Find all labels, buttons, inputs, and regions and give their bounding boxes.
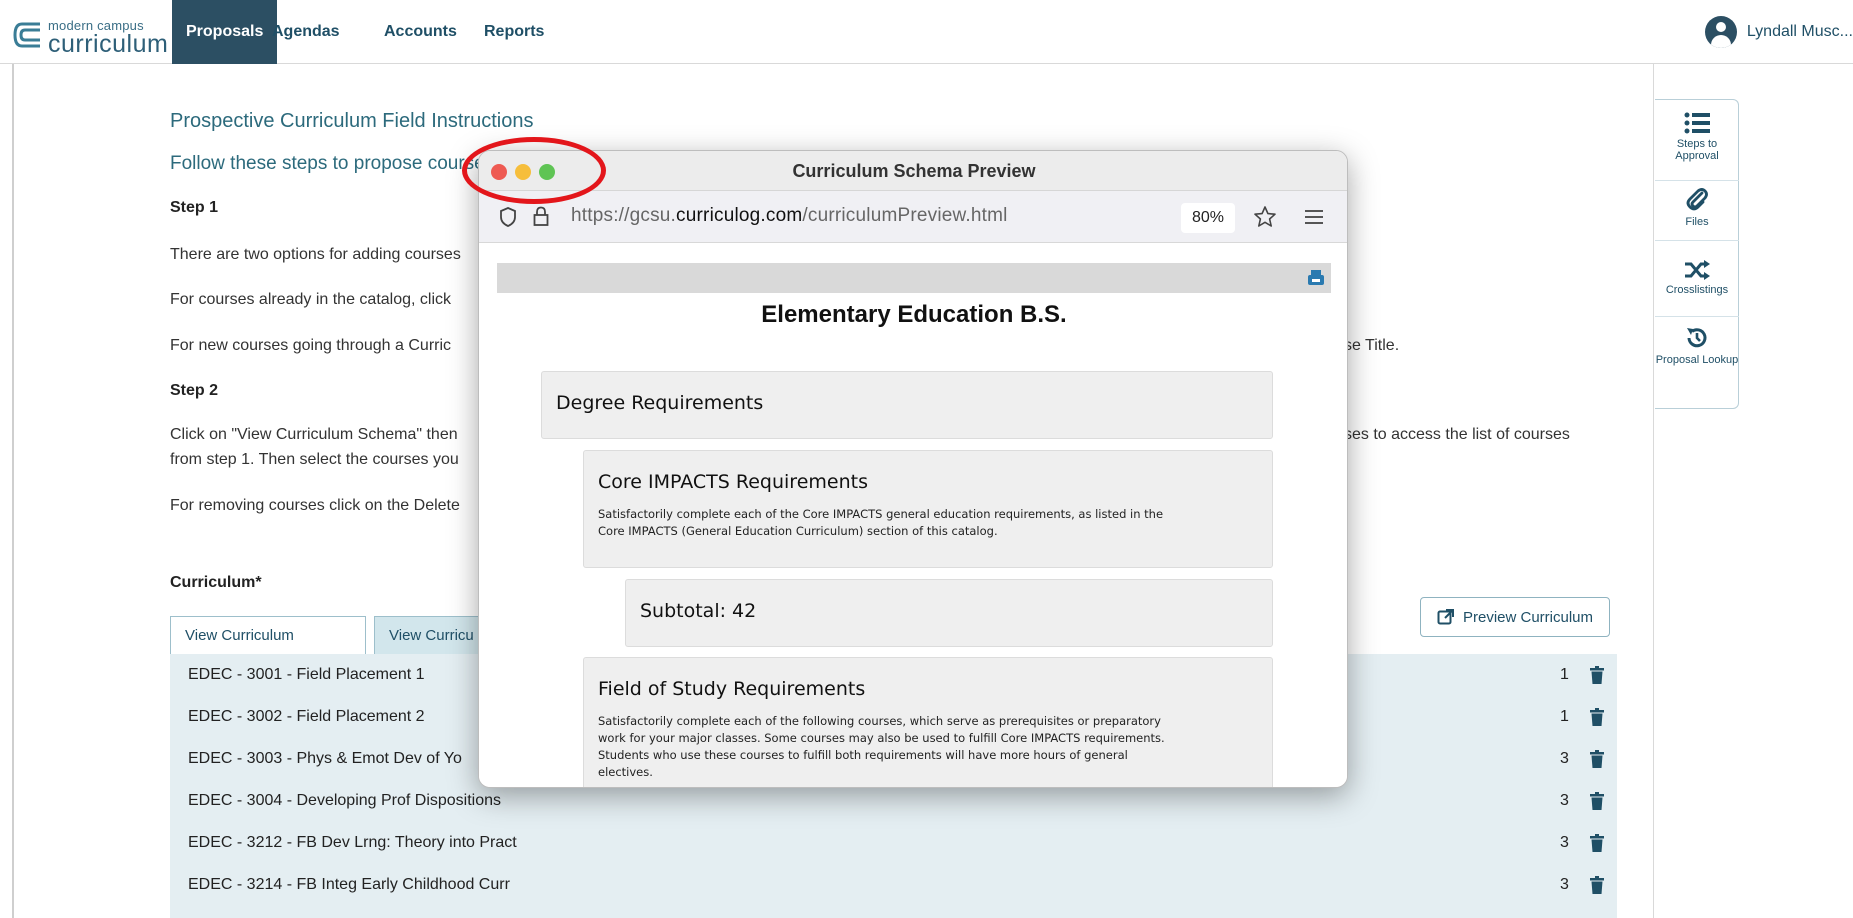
zoom-level[interactable]: 80% <box>1181 203 1235 233</box>
menu-icon[interactable] <box>1305 209 1323 225</box>
course-credits: 3 <box>1560 792 1569 809</box>
course-name: EDEC - 3214 - FB Integ Early Childhood C… <box>188 876 510 893</box>
course-name: EDEC - 3004 - Developing Prof Dispositio… <box>188 792 502 809</box>
course-name: EDEC - 3001 - Field Placement 1 <box>188 666 425 683</box>
sidebar-divider <box>1655 240 1739 241</box>
course-credits: 1 <box>1560 666 1569 683</box>
user-avatar-icon <box>1704 16 1737 48</box>
url-path: /curriculumPreview.html <box>802 205 1008 226</box>
step-2-heading: Step 2 <box>170 382 219 399</box>
curriculum-schema-preview-window: Curriculum Schema Preview https://gcsu.c… <box>478 150 1348 788</box>
course-credits: 3 <box>1560 834 1569 851</box>
section-description: electives. <box>598 765 653 779</box>
section-heading: Degree Requirements <box>556 392 764 414</box>
section-description: work for your major classes. Some course… <box>598 731 1165 745</box>
section-heading: Core IMPACTS Requirements <box>598 471 868 493</box>
trash-icon[interactable] <box>1590 666 1604 684</box>
page-border-left <box>12 64 14 918</box>
course-credits: 1 <box>1560 708 1569 725</box>
section-description: Students who use these courses to fulfil… <box>598 748 1128 762</box>
instruction-paragraph-tail: ses to access the list of courses <box>1344 426 1570 443</box>
right-sidebar: Steps to Approval Files Crosslistings Pr… <box>1655 99 1739 409</box>
window-title: Curriculum Schema Preview <box>792 161 1036 181</box>
list-icon <box>1684 112 1710 134</box>
sidebar-divider <box>1655 316 1739 317</box>
tab-view-curriculum-courses[interactable]: View Curriculum Courses <box>170 616 366 682</box>
schema-preview-body: Elementary Education B.S. Degree Require… <box>479 243 1347 787</box>
instruction-paragraph: from step 1. Then select the courses you <box>170 451 459 468</box>
user-name: Lyndall Musc... <box>1746 23 1853 40</box>
core-impacts-section: Core IMPACTS Requirements Satisfactorily… <box>583 450 1273 568</box>
section-description: Satisfactorily complete each of the Core… <box>598 507 1164 521</box>
course-name: EDEC - 3212 - FB Dev Lrng: Theory into P… <box>188 834 517 851</box>
field-of-study-section: Field of Study Requirements Satisfactori… <box>583 657 1273 787</box>
nav-accounts[interactable]: Accounts <box>370 0 471 64</box>
sidebar-label: Steps to Approval <box>1675 138 1719 162</box>
curriculum-label: Curriculum* <box>170 574 262 591</box>
nav-agendas[interactable]: Agendas <box>258 0 354 64</box>
subtotal-text: Subtotal: 42 <box>640 600 757 622</box>
course-name: EDEC - 3002 - Field Placement 2 <box>188 708 425 725</box>
subtotal-box: Subtotal: 42 <box>625 579 1273 647</box>
course-row: EDEC - 3212 - FB Dev Lrng: Theory into P… <box>170 822 1617 864</box>
trash-icon[interactable] <box>1590 750 1604 768</box>
trash-icon[interactable] <box>1590 876 1604 894</box>
url-domain: curriculog.com <box>676 205 803 226</box>
print-icon[interactable] <box>1307 269 1325 287</box>
section-description: Core IMPACTS (General Education Curricul… <box>598 524 998 538</box>
external-link-icon <box>1437 609 1454 625</box>
shuffle-icon <box>1685 260 1710 280</box>
instruction-paragraph: For courses already in the catalog, clic… <box>170 291 452 308</box>
trash-icon[interactable] <box>1590 708 1604 726</box>
url-prefix: https://gcsu. <box>571 205 677 226</box>
instruction-paragraph-tail: se Title. <box>1344 337 1400 354</box>
trash-icon[interactable] <box>1590 792 1604 810</box>
sidebar-label: Crosslistings <box>1665 284 1729 296</box>
course-row: EDEC - 3214 - FB Integ Early Childhood C… <box>170 864 1617 906</box>
page-border-right <box>1653 64 1654 918</box>
degree-requirements-section: Degree Requirements <box>541 371 1273 439</box>
section-heading: Field of Study Requirements <box>598 678 866 700</box>
step-1-heading: Step 1 <box>170 199 219 216</box>
bookmark-star-icon[interactable] <box>1253 205 1277 229</box>
logo-big-text: curriculum <box>48 30 169 58</box>
sidebar-crosslistings[interactable]: Crosslistings <box>1655 260 1739 296</box>
preview-toolbar <box>497 263 1331 293</box>
user-menu[interactable]: Lyndall Musc... <box>1704 16 1853 48</box>
sidebar-steps-to-approval[interactable]: Steps to Approval <box>1655 112 1739 162</box>
course-credits: 3 <box>1560 876 1569 893</box>
browser-url-bar[interactable]: https://gcsu.curriculog.com/curriculumPr… <box>479 191 1347 243</box>
course-credits: 3 <box>1560 750 1569 767</box>
shield-icon[interactable] <box>499 207 517 227</box>
preview-curriculum-button[interactable]: Preview Curriculum <box>1420 597 1610 637</box>
url-text[interactable]: https://gcsu.curriculog.com/curriculumPr… <box>571 205 1008 227</box>
top-nav: modern campus curriculum Proposals Agend… <box>0 0 1853 64</box>
sidebar-label: Proposal Lookup <box>1655 354 1739 366</box>
course-name: EDEC - 3003 - Phys & Emot Dev of Yo <box>188 750 462 767</box>
instruction-paragraph: For new courses going through a Curric <box>170 337 452 354</box>
instruction-paragraph: There are two options for adding courses <box>170 246 461 263</box>
section-description: Satisfactorily complete each of the foll… <box>598 714 1161 728</box>
window-titlebar: Curriculum Schema Preview <box>479 151 1347 191</box>
sidebar-proposal-lookup[interactable]: Proposal Lookup <box>1655 326 1739 366</box>
preview-curriculum-label: Preview Curriculum <box>1462 608 1594 626</box>
instruction-paragraph: For removing courses click on the Delete <box>170 497 460 514</box>
trash-icon[interactable] <box>1590 834 1604 852</box>
app-logo[interactable]: modern campus curriculum <box>10 16 170 58</box>
program-title: Elementary Education B.S. <box>761 301 1067 328</box>
lock-icon <box>533 206 549 226</box>
instructions-subtitle: Follow these steps to propose course <box>170 153 485 174</box>
paperclip-icon <box>1686 188 1708 211</box>
sidebar-files[interactable]: Files <box>1655 188 1739 228</box>
nav-reports[interactable]: Reports <box>470 0 558 64</box>
sidebar-divider <box>1655 180 1739 181</box>
logo-mark-icon <box>13 22 40 48</box>
history-icon <box>1687 328 1707 348</box>
instructions-title: Prospective Curriculum Field Instruction… <box>170 110 534 132</box>
annotation-red-circle <box>462 137 606 204</box>
sidebar-label: Files <box>1685 216 1709 228</box>
instruction-paragraph: Click on "View Curriculum Schema" then <box>170 426 458 443</box>
